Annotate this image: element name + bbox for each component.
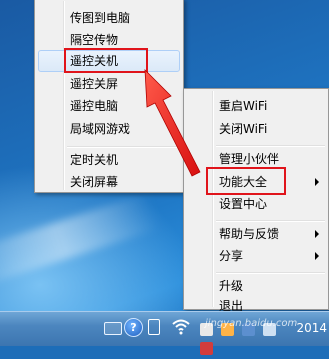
tray-app-icon[interactable] <box>200 342 213 355</box>
help-icon[interactable]: ? <box>124 318 143 337</box>
usb-device-icon[interactable] <box>148 319 160 335</box>
clock[interactable]: 2014 <box>296 321 327 335</box>
keyboard-icon[interactable] <box>104 322 122 335</box>
watermark: jingyan.baidu.com <box>205 318 298 329</box>
annotation-arrow-icon <box>144 68 201 177</box>
wifi-icon[interactable] <box>172 319 190 335</box>
help-glyph: ? <box>130 321 137 334</box>
